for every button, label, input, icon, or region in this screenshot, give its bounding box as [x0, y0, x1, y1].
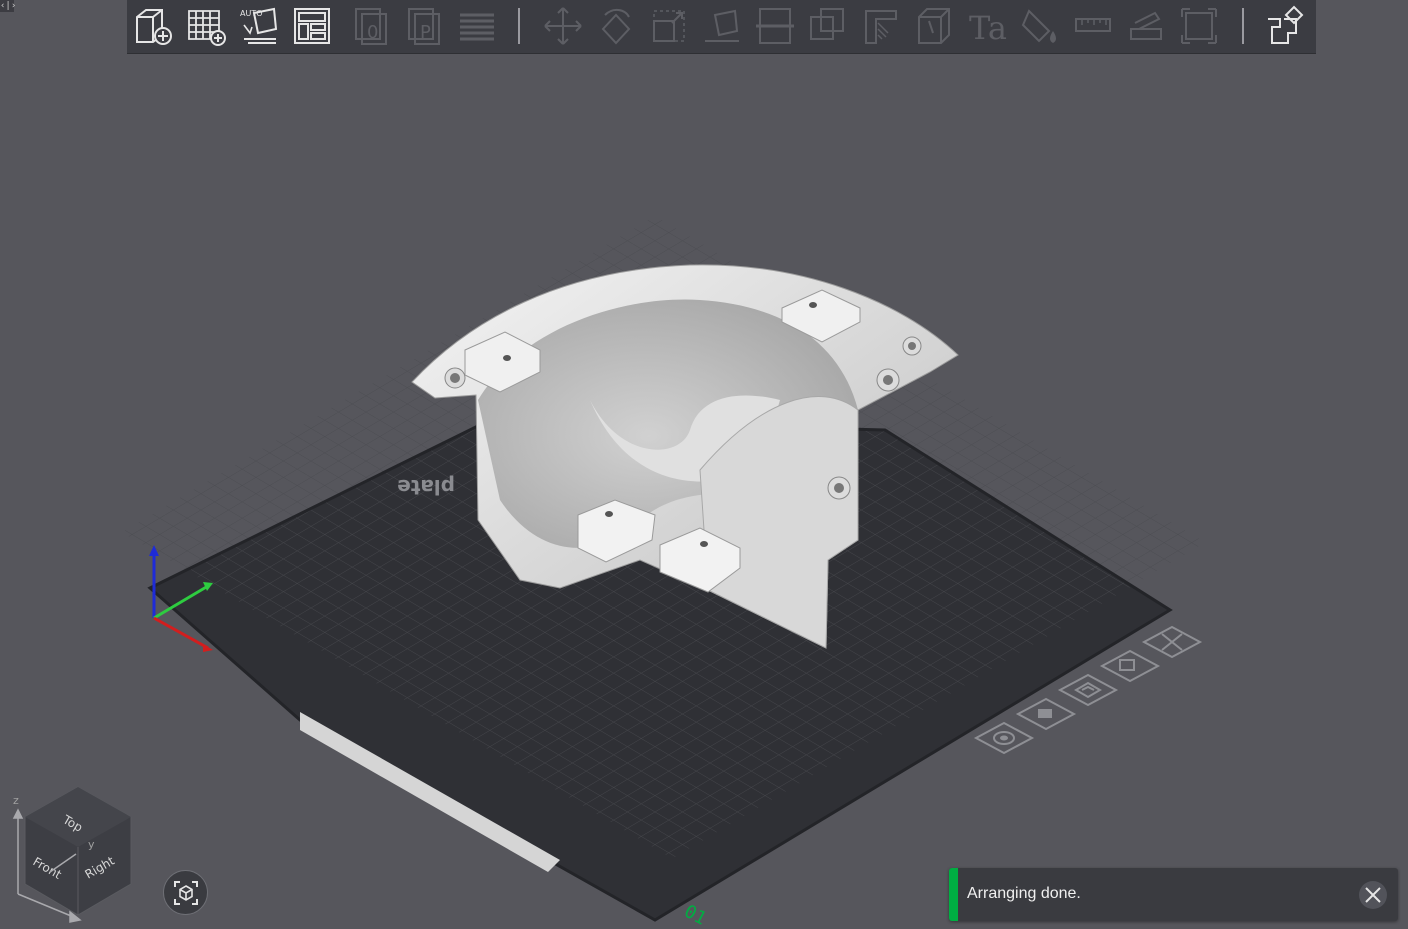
lock-plate-icon[interactable]: [1015, 697, 1077, 731]
boolean-button[interactable]: [805, 3, 851, 49]
toolbar-separator: [518, 8, 520, 44]
arrange-plate-icon[interactable]: [1057, 673, 1119, 707]
layers-button[interactable]: [454, 3, 500, 49]
boolean-icon: [810, 8, 844, 40]
auto-orient-icon: AUTO: [240, 7, 278, 44]
notification-accent-bar: [949, 868, 958, 921]
grid-plate-icon: [188, 10, 226, 46]
svg-text:Ta: Ta: [969, 9, 1007, 47]
add-plate-button[interactable]: [183, 3, 229, 49]
copy-icon: 0: [355, 8, 387, 45]
seam-paint-button[interactable]: [911, 3, 957, 49]
plate-number: 01: [681, 901, 710, 925]
color-paint-button[interactable]: [1017, 3, 1063, 49]
arrange-button[interactable]: [289, 3, 335, 49]
ruler-icon: [1075, 18, 1111, 32]
split-puzzle-icon: [1268, 5, 1304, 44]
main-toolbar: AUTO 0 P Ta: [127, 0, 1316, 54]
measure-button[interactable]: [1070, 3, 1116, 49]
split-to-objects-button[interactable]: [1260, 3, 1306, 49]
support-paint-button[interactable]: [858, 3, 904, 49]
add-cube-icon: [136, 9, 172, 45]
navcube-axis-z: z: [13, 794, 19, 807]
seam-paint-icon: [918, 8, 950, 44]
edit-plate-icon[interactable]: [1099, 649, 1161, 683]
notification-toast: Arranging done.: [949, 868, 1398, 921]
view-orientation-cube[interactable]: Top Front Right y z: [10, 784, 140, 925]
assembly-icon: [1130, 11, 1162, 40]
paint-bucket-icon: [1021, 9, 1056, 43]
svg-text:0: 0: [367, 22, 378, 43]
fit-view-button[interactable]: [163, 870, 208, 915]
auto-orient-button[interactable]: AUTO: [236, 3, 282, 49]
rotate-button[interactable]: [593, 3, 639, 49]
close-icon: [1365, 887, 1381, 903]
scale-icon: [653, 10, 685, 42]
close-notification-button[interactable]: [1359, 881, 1387, 909]
cut-icon: [756, 8, 794, 44]
collapse-sidebar-toggle[interactable]: ‹|›: [0, 0, 16, 12]
rotate-icon: [601, 9, 631, 45]
bounding-box-icon: [1181, 8, 1217, 44]
arrange-icon: [294, 8, 330, 44]
toolbar-separator: [1242, 8, 1244, 44]
svg-text:AUTO: AUTO: [240, 9, 263, 18]
plate-settings-icon[interactable]: [973, 721, 1035, 755]
close-plate-icon[interactable]: [1141, 625, 1203, 659]
move-icon: [544, 7, 582, 45]
copy-button[interactable]: 0: [348, 3, 394, 49]
paste-icon: P: [408, 8, 440, 45]
svg-text:P: P: [420, 22, 431, 43]
text-emboss-icon: Ta: [969, 9, 1007, 47]
scene-canvas[interactable]: plate 01: [0, 0, 1408, 929]
cut-button[interactable]: [752, 3, 798, 49]
text-emboss-button[interactable]: Ta: [964, 3, 1010, 49]
paste-button[interactable]: P: [401, 3, 447, 49]
3d-viewport[interactable]: plate 01: [0, 0, 1408, 929]
navcube-axis-y: y: [88, 838, 95, 851]
add-object-button[interactable]: [130, 3, 176, 49]
scale-button[interactable]: [646, 3, 692, 49]
notification-message: Arranging done.: [967, 885, 1081, 902]
fit-view-icon: [173, 880, 198, 905]
lay-on-face-icon: [705, 9, 739, 42]
support-paint-icon: [865, 10, 897, 44]
assembly-button[interactable]: [1123, 3, 1169, 49]
move-button[interactable]: [540, 3, 586, 49]
bounding-box-button[interactable]: [1176, 3, 1222, 49]
plate-label: plate: [397, 475, 455, 499]
layers-icon: [460, 13, 494, 41]
lay-on-face-button[interactable]: [699, 3, 745, 49]
